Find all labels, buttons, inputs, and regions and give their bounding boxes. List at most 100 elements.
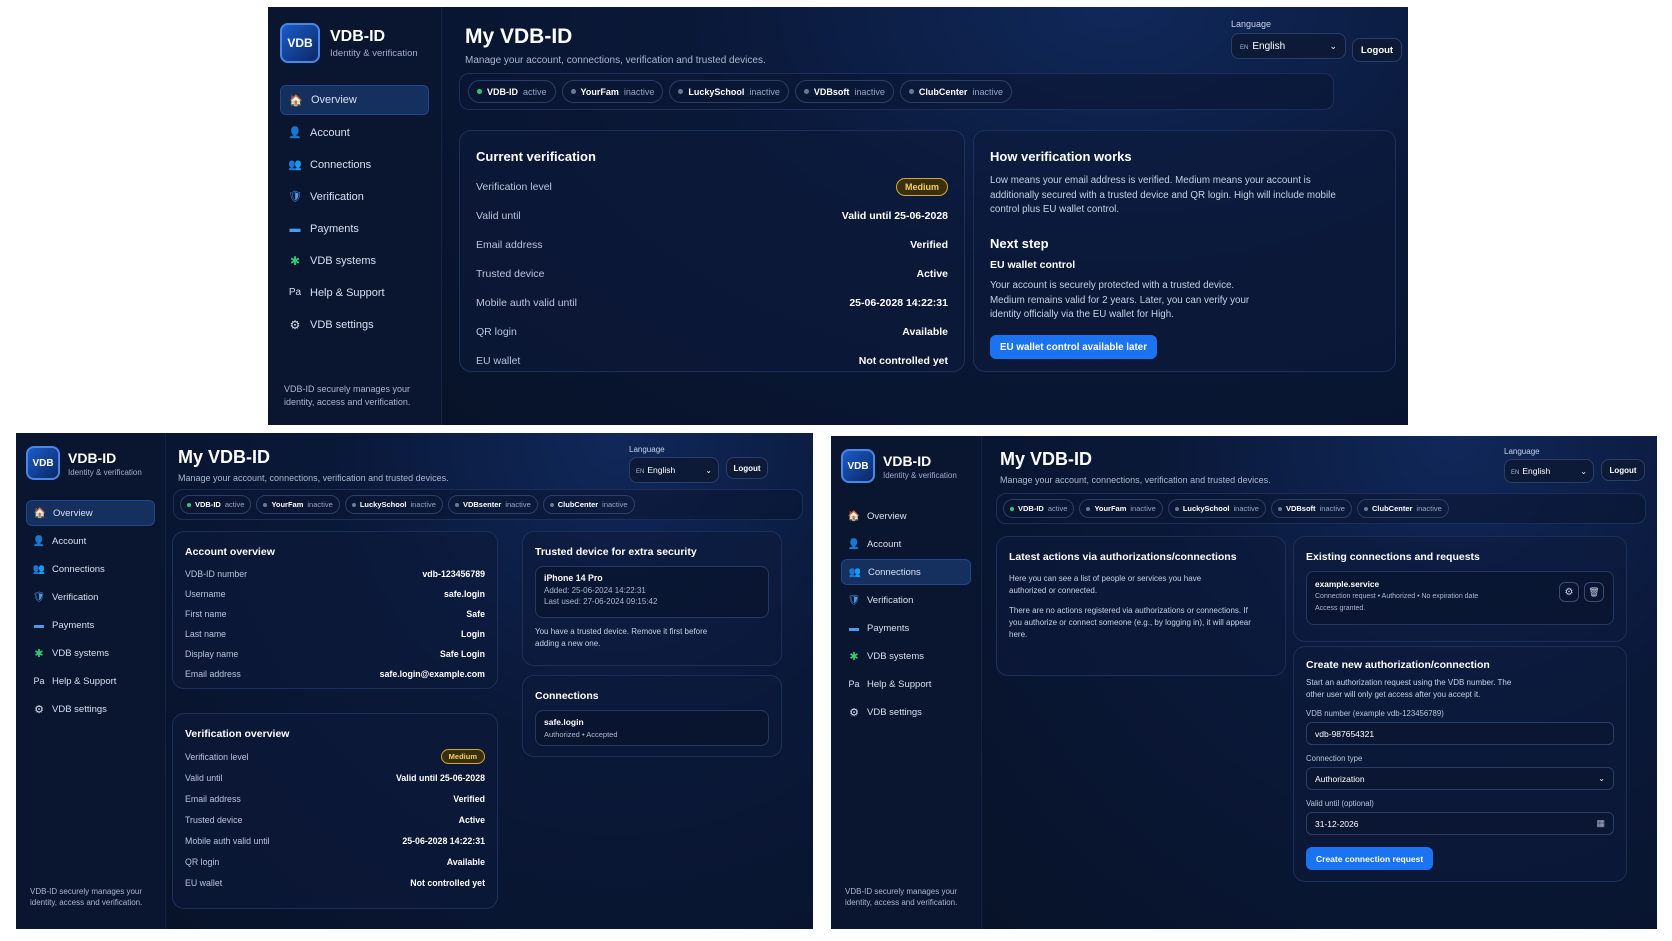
nav-item-vdb-systems[interactable]: ✱ VDB systems (841, 643, 971, 669)
logout-button[interactable]: Logout (1601, 459, 1645, 481)
nav-item-settings[interactable]: ⚙ VDB settings (26, 696, 155, 722)
nav-item-settings[interactable]: ⚙ VDB settings (280, 310, 429, 339)
connection-item[interactable]: safe.login Authorized • Accepted (535, 710, 769, 746)
nav-item-help[interactable]: Pa Help & Support (26, 668, 155, 694)
language-select[interactable]: EN English ⌄ (1504, 459, 1594, 483)
status-dot (678, 89, 684, 94)
system-name: VDB-ID (487, 86, 518, 97)
system-chip[interactable]: VDBsoft inactive (1270, 499, 1352, 518)
nav: 🏠 Overview 👤 Account 👥 Connections 🛡 Verific… (841, 503, 971, 725)
nav-label: Connections (310, 158, 372, 171)
nav-item-settings[interactable]: ⚙ VDB settings (841, 699, 971, 725)
nav-item-payments[interactable]: ▬ Payments (841, 615, 971, 641)
system-chip[interactable]: LuckySchool inactive (1167, 499, 1266, 518)
latest-empty-text: There are no actions registered via auth… (1009, 606, 1251, 639)
logout-button[interactable]: Logout (726, 457, 768, 479)
system-chip[interactable]: VDBsenter inactive (447, 495, 538, 514)
connections-card: Connections safe.login Authorized • Acce… (522, 675, 782, 757)
home-icon: 🏠 (847, 510, 861, 522)
system-chip[interactable]: YourFam inactive (256, 495, 340, 514)
verification-row: Mobile auth valid until 25-06-2028 14:22:… (476, 288, 948, 317)
puzzle-icon: ✱ (289, 253, 301, 268)
nav-item-connections[interactable]: 👥 Connections (280, 150, 429, 179)
status-dot (803, 89, 809, 94)
nav-item-account[interactable]: 👤 Account (280, 118, 429, 147)
nav-item-overview[interactable]: 🏠 Overview (280, 85, 429, 115)
nav-item-overview[interactable]: 🏠 Overview (26, 500, 155, 526)
vdb-number-label: VDB number (example vdb-123456789) (1306, 709, 1444, 718)
system-chip[interactable]: YourFam inactive (1079, 499, 1163, 518)
nav-label: Payments (867, 622, 910, 634)
system-status: active (1047, 504, 1068, 513)
nav-item-account[interactable]: 👤 Account (26, 528, 155, 554)
nav-item-payments[interactable]: ▬ Payments (26, 612, 155, 638)
connection-type-value: Authorization (1315, 773, 1365, 784)
system-name: LuckySchool (1182, 504, 1230, 513)
help-icon: Pa (288, 287, 302, 298)
brand: VDB VDB-ID Identity & verification (280, 23, 429, 63)
valid-until-input[interactable]: 31-12-2026 ▦ (1306, 812, 1614, 835)
logout-button[interactable]: Logout (1352, 38, 1402, 62)
row-label: Mobile auth valid until (185, 835, 270, 846)
status-dot (549, 502, 554, 507)
nav-item-connections[interactable]: 👥 Connections (26, 556, 155, 582)
row-value: Not controlled yet (410, 877, 485, 888)
flag-code: EN (1240, 44, 1249, 51)
row-value: safe.login@example.com (379, 669, 485, 679)
nav-item-connections[interactable]: 👥 Connections (841, 559, 971, 585)
vdb-number-input[interactable]: vdb-987654321 (1306, 722, 1614, 745)
system-chip[interactable]: VDB-ID active (1003, 499, 1075, 518)
system-status: active (523, 86, 547, 97)
flag-code: EN (1511, 470, 1520, 476)
row-label: Valid until (476, 209, 521, 222)
system-chip[interactable]: VDB-ID active (468, 80, 556, 103)
status-dot (1174, 506, 1179, 511)
nav-item-overview[interactable]: 🏠 Overview (841, 503, 971, 529)
trash-icon[interactable]: 🗑 (1584, 582, 1604, 602)
language-label: Language (1231, 19, 1272, 29)
nav-item-payments[interactable]: ▬ Payments (280, 214, 429, 243)
nav-item-account[interactable]: 👤 Account (841, 531, 971, 557)
level-badge: Medium (440, 749, 485, 764)
system-chip[interactable]: ClubCenter inactive (899, 80, 1012, 103)
brand-title: VDB-ID (883, 452, 932, 469)
device-name: iPhone 14 Pro (544, 573, 603, 583)
user-icon: 👤 (847, 538, 861, 550)
nav-item-vdb-systems[interactable]: ✱ VDB systems (280, 246, 429, 275)
nav-item-verification[interactable]: 🛡 Verification (280, 182, 429, 211)
nav-item-help[interactable]: Pa Help & Support (280, 278, 429, 307)
device-added: Added: 25-06-2024 14:22:31 (544, 586, 646, 595)
row-label: Trusted device (185, 814, 243, 825)
system-chip[interactable]: VDBsoft inactive (794, 80, 894, 103)
system-chip[interactable]: LuckySchool inactive (669, 80, 789, 103)
system-chip[interactable]: LuckySchool inactive (344, 495, 443, 514)
brand-subtitle: Identity & verification (883, 470, 957, 480)
system-chip[interactable]: ClubCenter inactive (542, 495, 635, 514)
language-select[interactable]: EN English ⌄ (1231, 33, 1346, 59)
system-chip[interactable]: ClubCenter inactive (1356, 499, 1449, 518)
language-select[interactable]: EN English ⌄ (629, 457, 719, 483)
connection-type-select[interactable]: Authorization ⌄ (1306, 767, 1614, 790)
next-step-subtitle: EU wallet control (990, 259, 1076, 272)
connection-request-item[interactable]: example.service Connection request • Aut… (1306, 571, 1614, 625)
nav-item-vdb-systems[interactable]: ✱ VDB systems (26, 640, 155, 666)
connection-access: Access granted. (1315, 605, 1366, 612)
calendar-icon[interactable]: ▦ (1596, 818, 1605, 829)
system-status: active (224, 500, 245, 509)
nav-item-help[interactable]: Pa Help & Support (841, 671, 971, 697)
create-connection-button[interactable]: Create connection request (1306, 847, 1434, 870)
nav-item-verification[interactable]: 🛡 Verification (26, 584, 155, 610)
verification-row: Trusted device Active (185, 809, 485, 830)
sidebar: VDB VDB-ID Identity & verification 🏠 Over… (268, 7, 442, 425)
nav-item-verification[interactable]: 🛡 Verification (841, 587, 971, 613)
nav-label: Verification (52, 591, 99, 603)
system-chip[interactable]: YourFam inactive (561, 80, 664, 103)
page-title: My VDB-ID (178, 447, 271, 467)
eu-wallet-button[interactable]: EU wallet control available later (990, 335, 1158, 360)
system-chip[interactable]: VDB-ID active (180, 495, 252, 514)
chevron-down-icon: ⌄ (1329, 40, 1337, 51)
logo: VDB (26, 446, 60, 480)
gear-icon[interactable]: ⚙ (1559, 582, 1579, 602)
home-icon: 🏠 (33, 507, 47, 519)
system-name: LuckySchool (688, 86, 745, 97)
